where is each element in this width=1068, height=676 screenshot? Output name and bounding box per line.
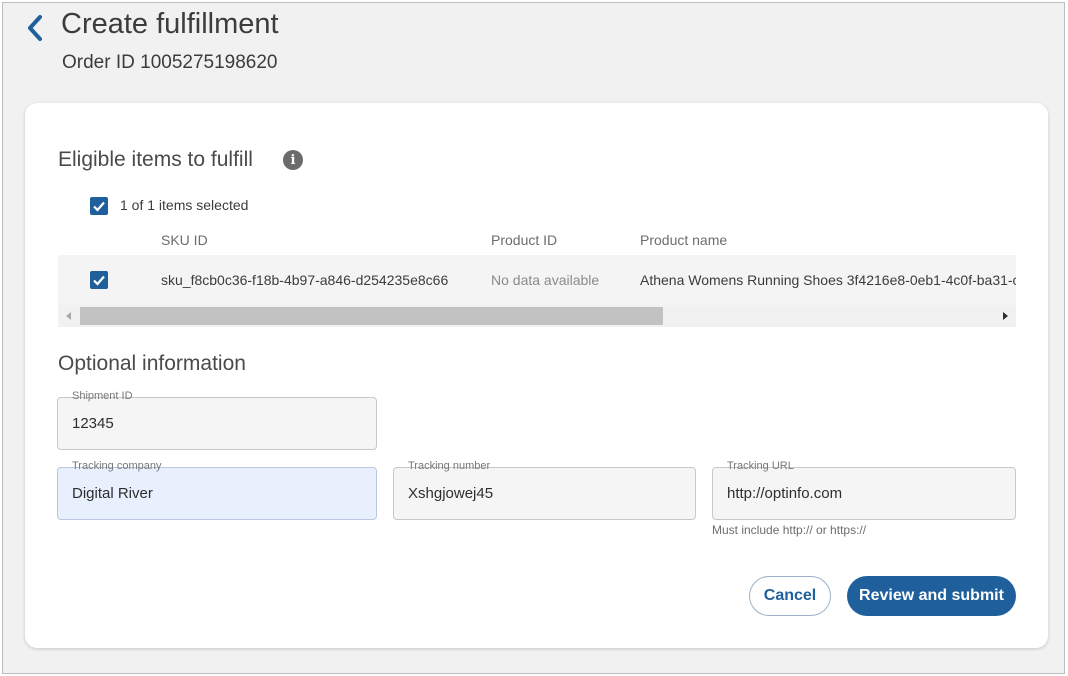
back-button[interactable] xyxy=(21,13,49,43)
page-title: Create fulfillment xyxy=(61,8,279,40)
tracking-company-value: Digital River xyxy=(72,485,153,502)
cancel-button[interactable]: Cancel xyxy=(749,576,831,616)
info-icon[interactable]: i xyxy=(283,150,303,170)
scroll-right-arrow[interactable] xyxy=(996,305,1016,327)
order-id: Order ID 1005275198620 xyxy=(62,52,278,73)
shipment-id-field[interactable]: Shipment ID 12345 xyxy=(57,390,377,450)
column-header-product-id: Product ID xyxy=(491,232,558,248)
eligible-items-title: Eligible items to fulfill xyxy=(58,148,253,171)
review-and-submit-button[interactable]: Review and submit xyxy=(847,576,1016,616)
column-header-product-name: Product name xyxy=(640,232,728,248)
checkmark-icon xyxy=(93,201,105,212)
tracking-url-value: http://optinfo.com xyxy=(727,485,843,502)
fulfillment-card: Eligible items to fulfill i 1 of 1 items… xyxy=(25,103,1048,648)
scroll-left-arrow[interactable] xyxy=(58,305,78,327)
page-frame: Create fulfillment Order ID 100527519862… xyxy=(2,2,1065,674)
tracking-company-label: Tracking company xyxy=(68,460,166,472)
triangle-right-icon xyxy=(1003,312,1008,320)
tracking-company-field[interactable]: Tracking company Digital River xyxy=(57,460,377,520)
tracking-url-field[interactable]: Tracking URL http://optinfo.com xyxy=(712,460,1016,520)
select-all-checkbox[interactable] xyxy=(90,197,108,215)
checkmark-icon xyxy=(93,275,105,286)
cell-product-name: Athena Womens Running Shoes 3f4216e8-0eb… xyxy=(640,272,1016,288)
scrollbar-thumb[interactable] xyxy=(80,307,663,325)
cell-product-id: No data available xyxy=(491,272,600,288)
selected-count: 1 of 1 items selected xyxy=(120,197,249,213)
shipment-id-label: Shipment ID xyxy=(68,390,137,402)
chevron-left-icon xyxy=(28,15,42,41)
horizontal-scrollbar[interactable] xyxy=(58,305,1016,327)
tracking-number-label: Tracking number xyxy=(404,460,495,472)
optional-information-title: Optional information xyxy=(58,352,246,375)
triangle-left-icon xyxy=(66,312,71,320)
row-checkbox[interactable] xyxy=(90,271,108,289)
cell-sku-id: sku_f8cb0c36-f18b-4b97-a846-d254235e8c66 xyxy=(161,272,449,288)
tracking-number-field[interactable]: Tracking number Xshgjowej45 xyxy=(393,460,696,520)
table-row: sku_f8cb0c36-f18b-4b97-a846-d254235e8c66… xyxy=(58,255,1016,305)
shipment-id-value: 12345 xyxy=(72,415,114,432)
tracking-number-value: Xshgjowej45 xyxy=(408,485,494,502)
tracking-url-label: Tracking URL xyxy=(723,460,798,472)
column-header-sku-id: SKU ID xyxy=(161,232,208,248)
tracking-url-helper: Must include http:// or https:// xyxy=(712,523,867,537)
